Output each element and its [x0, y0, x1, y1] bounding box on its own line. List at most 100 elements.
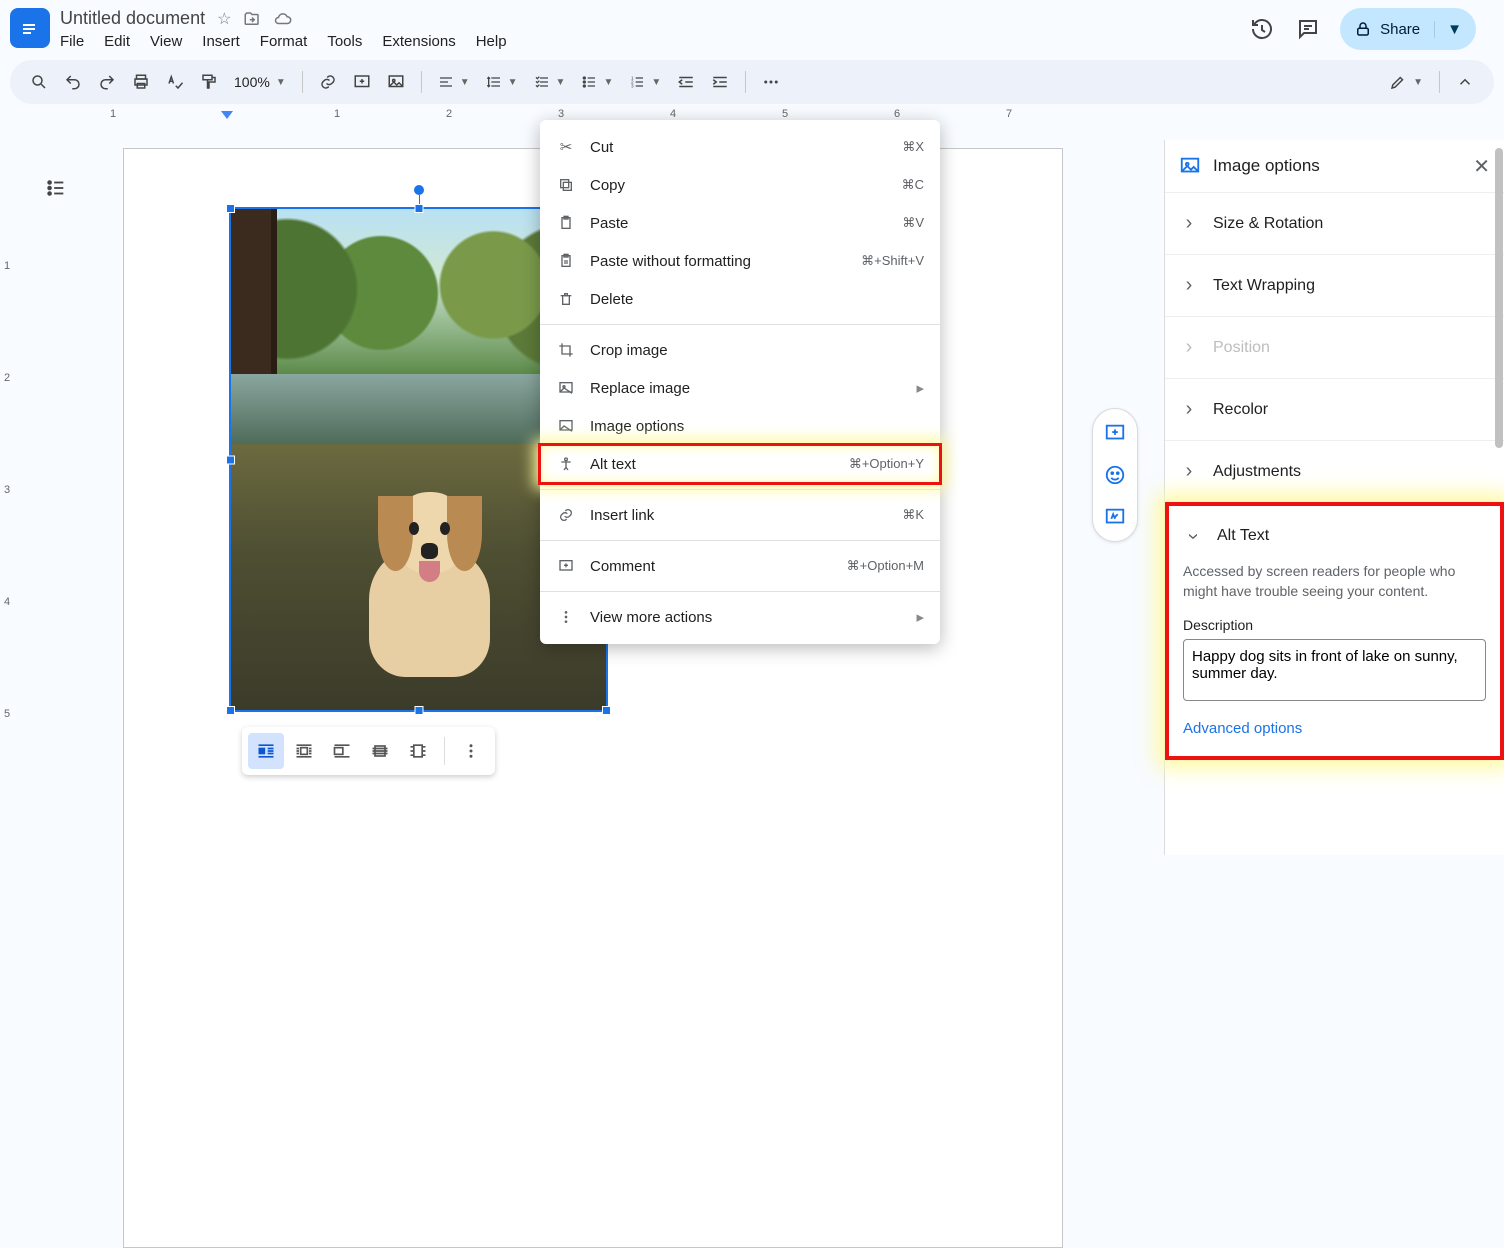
menu-tools[interactable]: Tools: [327, 33, 362, 50]
history-icon[interactable]: [1248, 15, 1276, 43]
menu-comment[interactable]: Comment⌘+Option+M: [540, 547, 940, 585]
chevron-down-icon: ›: [1182, 526, 1205, 546]
resize-handle[interactable]: [226, 455, 235, 464]
comment-icon: [556, 556, 576, 576]
resize-handle[interactable]: [226, 204, 235, 213]
line-spacing-button[interactable]: ▼: [480, 67, 524, 97]
resize-handle[interactable]: [414, 204, 423, 213]
indent-marker-icon[interactable]: [220, 110, 234, 124]
menu-cut[interactable]: ✂Cut⌘X: [540, 128, 940, 166]
close-icon[interactable]: ✕: [1473, 154, 1490, 179]
menu-paste-no-format[interactable]: Paste without formatting⌘+Shift+V: [540, 242, 940, 280]
menu-alt-text[interactable]: Alt text⌘+Option+Y: [540, 445, 940, 483]
chevron-right-icon: ›: [1179, 460, 1199, 483]
lock-icon: [1354, 20, 1372, 38]
image-options-icon: [556, 416, 576, 436]
bulleted-list-button[interactable]: ▼: [575, 67, 619, 97]
doc-title[interactable]: Untitled document: [60, 8, 205, 29]
accessibility-icon: [556, 454, 576, 474]
wrap-break-button[interactable]: [324, 733, 360, 769]
image-icon: [1179, 155, 1201, 177]
menu-insert[interactable]: Insert: [202, 33, 240, 50]
more-icon: [556, 607, 576, 627]
search-icon[interactable]: [24, 67, 54, 97]
wrap-text-button[interactable]: [286, 733, 322, 769]
resize-handle[interactable]: [226, 706, 235, 715]
menu-format[interactable]: Format: [260, 33, 308, 50]
copy-icon: [556, 175, 576, 195]
cloud-status-icon[interactable]: [273, 10, 293, 28]
wrap-more-button[interactable]: [453, 733, 489, 769]
menu-view[interactable]: View: [150, 33, 182, 50]
spellcheck-button[interactable]: [160, 67, 190, 97]
add-emoji-icon[interactable]: [1097, 457, 1133, 493]
panel-scrollbar[interactable]: [1494, 140, 1504, 855]
submenu-arrow-icon: ▸: [916, 379, 924, 397]
suggest-edits-icon[interactable]: [1097, 499, 1133, 535]
section-size-rotation[interactable]: ›Size & Rotation: [1165, 192, 1504, 254]
insert-image-button[interactable]: [381, 67, 411, 97]
menu-view-more[interactable]: View more actions▸: [540, 598, 940, 636]
chevron-right-icon: ›: [1179, 398, 1199, 421]
menu-replace-image[interactable]: Replace image▸: [540, 369, 940, 407]
zoom-select[interactable]: 100%▼: [228, 67, 292, 97]
align-button[interactable]: ▼: [432, 67, 476, 97]
wrap-inline-button[interactable]: [248, 733, 284, 769]
print-button[interactable]: [126, 67, 156, 97]
menu-file[interactable]: File: [60, 33, 84, 50]
decrease-indent-button[interactable]: [671, 67, 701, 97]
add-comment-icon[interactable]: [1097, 415, 1133, 451]
section-recolor[interactable]: ›Recolor: [1165, 378, 1504, 440]
more-tools-button[interactable]: [756, 67, 786, 97]
chevron-right-icon: ›: [1179, 274, 1199, 297]
menu-insert-link[interactable]: Insert link⌘K: [540, 496, 940, 534]
menu-copy[interactable]: Copy⌘C: [540, 166, 940, 204]
vertical-ruler[interactable]: 12345: [0, 140, 22, 855]
panel-title: Image options: [1213, 156, 1320, 176]
menu-image-options[interactable]: Image options: [540, 407, 940, 445]
resize-handle[interactable]: [602, 706, 611, 715]
redo-button[interactable]: [92, 67, 122, 97]
collapse-toolbar-button[interactable]: [1450, 67, 1480, 97]
section-adjustments[interactable]: ›Adjustments: [1165, 440, 1504, 502]
paste-nf-icon: [556, 251, 576, 271]
numbered-list-button[interactable]: 123▼: [623, 67, 667, 97]
alt-text-header[interactable]: ›Alt Text: [1183, 514, 1486, 558]
alt-text-input[interactable]: [1183, 639, 1486, 701]
paint-format-button[interactable]: [194, 67, 224, 97]
rotate-handle[interactable]: [414, 185, 424, 195]
link-icon: [556, 505, 576, 525]
menu-extensions[interactable]: Extensions: [382, 33, 455, 50]
submenu-arrow-icon: ▸: [916, 608, 924, 626]
menu-help[interactable]: Help: [476, 33, 507, 50]
chevron-right-icon: ›: [1179, 336, 1199, 359]
advanced-options-link[interactable]: Advanced options: [1183, 720, 1302, 737]
titlebar: Untitled document ☆ File Edit View Inser…: [0, 0, 1504, 50]
undo-button[interactable]: [58, 67, 88, 97]
docs-logo[interactable]: [10, 8, 50, 48]
menubar: File Edit View Insert Format Tools Exten…: [60, 33, 507, 50]
star-icon[interactable]: ☆: [217, 9, 231, 29]
image-options-panel: Image options ✕ ›Size & Rotation ›Text W…: [1164, 140, 1504, 855]
checklist-button[interactable]: ▼: [528, 67, 572, 97]
menu-delete[interactable]: Delete: [540, 280, 940, 318]
share-chevron-icon[interactable]: ▼: [1434, 21, 1462, 38]
move-icon[interactable]: [243, 10, 261, 28]
wrap-behind-button[interactable]: [362, 733, 398, 769]
add-comment-button[interactable]: [347, 67, 377, 97]
resize-handle[interactable]: [414, 706, 423, 715]
share-button[interactable]: Share ▼: [1340, 8, 1476, 50]
wrap-front-button[interactable]: [400, 733, 436, 769]
insert-link-button[interactable]: [313, 67, 343, 97]
svg-text:3: 3: [631, 83, 634, 88]
menu-paste[interactable]: Paste⌘V: [540, 204, 940, 242]
section-position: ›Position: [1165, 316, 1504, 378]
section-text-wrapping[interactable]: ›Text Wrapping: [1165, 254, 1504, 316]
editing-mode-button[interactable]: ▼: [1383, 67, 1429, 97]
increase-indent-button[interactable]: [705, 67, 735, 97]
menu-crop-image[interactable]: Crop image: [540, 331, 940, 369]
comments-icon[interactable]: [1294, 15, 1322, 43]
chevron-down-icon: ▼: [276, 77, 286, 88]
description-label: Description: [1183, 617, 1486, 633]
menu-edit[interactable]: Edit: [104, 33, 130, 50]
